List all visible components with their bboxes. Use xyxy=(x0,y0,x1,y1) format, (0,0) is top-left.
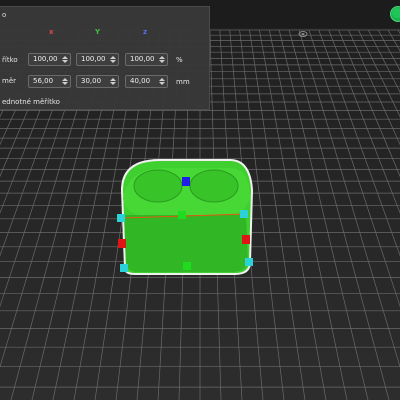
scale-handle-z-top[interactable] xyxy=(182,177,190,186)
scale-unit-label: % xyxy=(176,56,183,64)
uniform-scale-checkbox-label[interactable]: ednotné měřítko xyxy=(2,98,60,106)
scale-row-label: řítko xyxy=(2,56,18,64)
scale-x-value: 100,00 xyxy=(33,55,58,63)
size-unit-label: mm xyxy=(176,78,190,86)
chevron-up-icon[interactable] xyxy=(62,78,68,81)
chevron-down-icon[interactable] xyxy=(159,60,165,63)
status-indicator-core xyxy=(392,8,400,18)
chevron-up-icon[interactable] xyxy=(159,78,165,81)
scale-x-input[interactable]: 100,00 xyxy=(28,53,71,66)
scale-y-input[interactable]: 100,00 xyxy=(76,53,119,66)
scale-z-input[interactable]: 100,00 xyxy=(125,53,168,66)
scale-tool-panel: o x Y z řítko 100,00 100,00 100,00 % měr… xyxy=(0,6,210,110)
chevron-down-icon[interactable] xyxy=(159,82,165,85)
axis-label-z: z xyxy=(143,28,148,36)
scale-handle-y-back[interactable] xyxy=(178,211,186,219)
axis-label-y: Y xyxy=(95,28,101,36)
size-x-value: 56,00 xyxy=(33,77,54,85)
scale-handle-corner-bottom-right[interactable] xyxy=(245,258,253,266)
chevron-down-icon[interactable] xyxy=(110,60,116,63)
3d-viewport[interactable]: o x Y z řítko 100,00 100,00 100,00 % měr… xyxy=(0,0,400,400)
size-y-value: 30,00 xyxy=(81,77,102,85)
model-hole-left xyxy=(133,169,183,203)
scale-handle-corner-top-left[interactable] xyxy=(117,214,125,222)
axis-label-x: x xyxy=(49,28,54,36)
chevron-down-icon[interactable] xyxy=(110,82,116,85)
chevron-up-icon[interactable] xyxy=(62,56,68,59)
size-y-input[interactable]: 30,00 xyxy=(76,75,119,88)
size-z-value: 40,00 xyxy=(130,77,151,85)
chevron-up-icon[interactable] xyxy=(159,56,165,59)
panel-title: o xyxy=(2,11,7,19)
scale-handle-corner-top-right[interactable] xyxy=(240,210,248,218)
size-z-input[interactable]: 40,00 xyxy=(125,75,168,88)
size-x-input[interactable]: 56,00 xyxy=(28,75,71,88)
chevron-down-icon[interactable] xyxy=(62,60,68,63)
scale-handle-corner-bottom-left[interactable] xyxy=(120,264,128,272)
scale-y-value: 100,00 xyxy=(81,55,106,63)
scale-handle-x-left[interactable] xyxy=(118,239,126,248)
chevron-up-icon[interactable] xyxy=(110,78,116,81)
scale-handle-x-right[interactable] xyxy=(242,235,250,244)
scale-handle-y-front[interactable] xyxy=(183,262,191,270)
size-row-label: měr xyxy=(2,77,17,85)
scale-z-value: 100,00 xyxy=(130,55,155,63)
chevron-down-icon[interactable] xyxy=(62,82,68,85)
model-hole-right xyxy=(189,169,239,203)
chevron-up-icon[interactable] xyxy=(110,56,116,59)
